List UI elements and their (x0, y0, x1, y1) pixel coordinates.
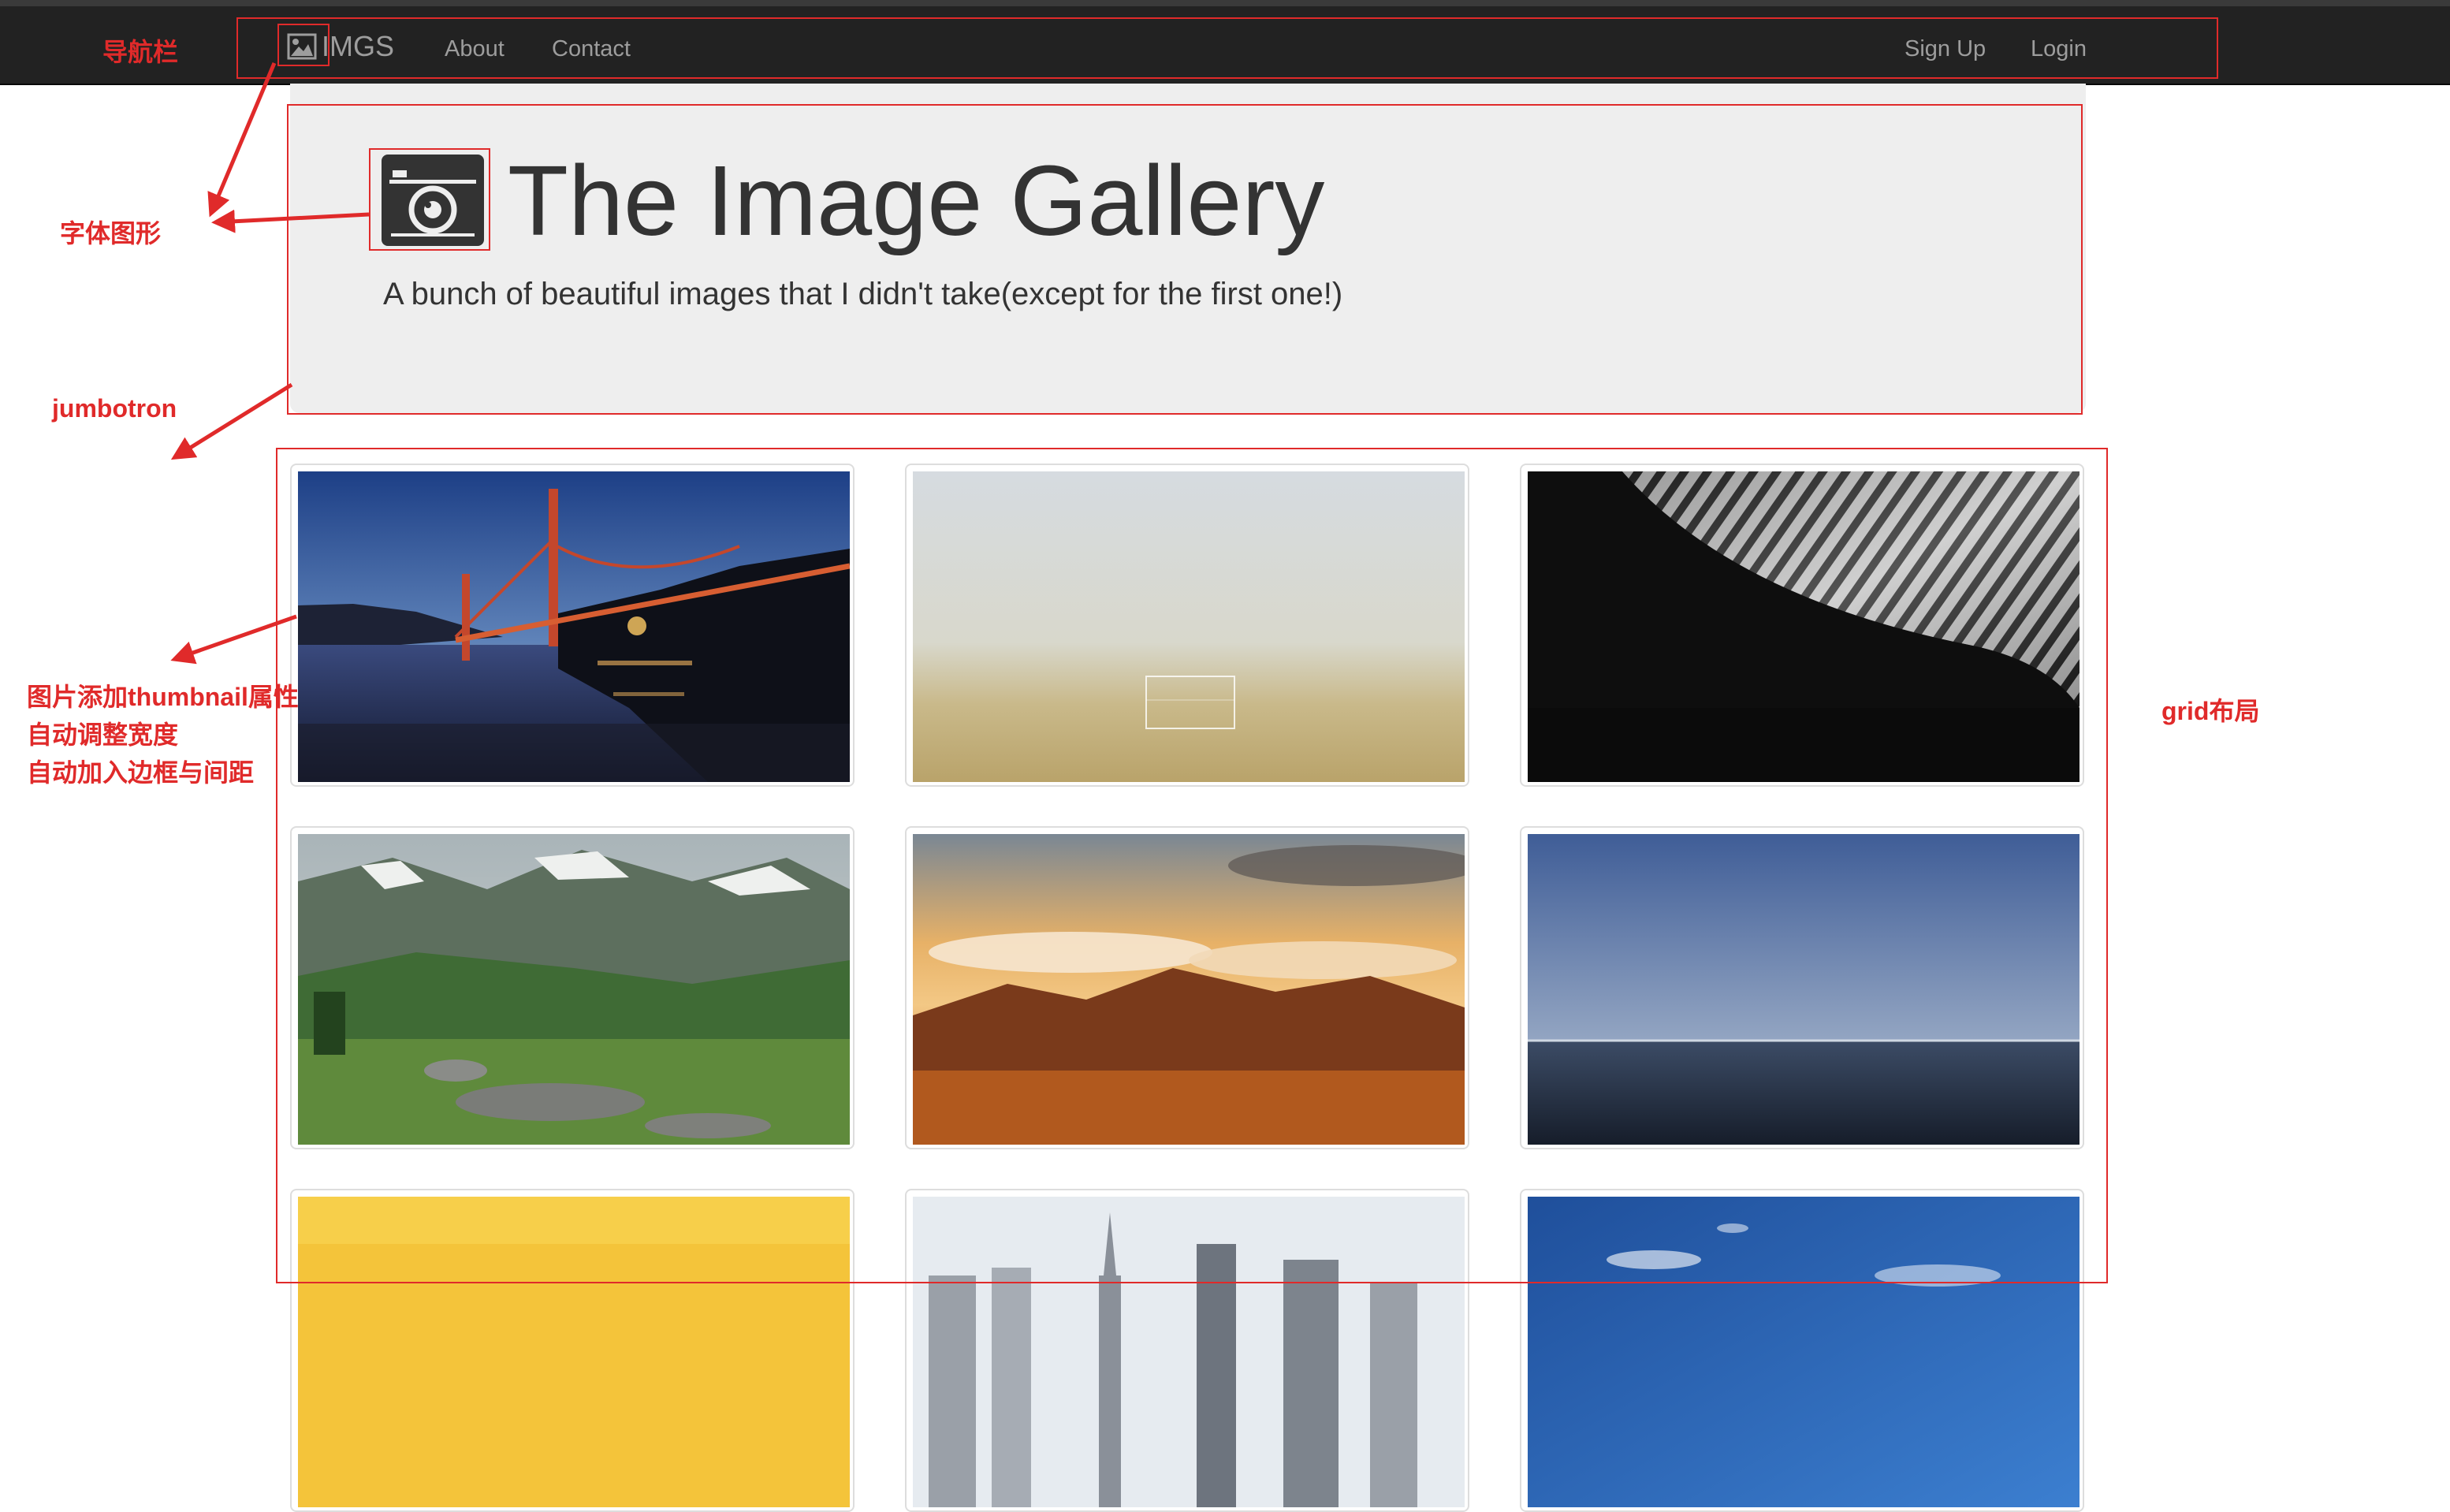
annotation-box-brand-icon (277, 24, 330, 66)
window-top-edge (0, 0, 2450, 6)
annotation-grid: grid布局 (2161, 697, 2260, 725)
annotation-navbar: 导航栏 (102, 38, 179, 66)
annotation-thumbnail-line1: 图片添加thumbnail属性 (27, 683, 299, 711)
arrow-to-jumbotron (170, 382, 293, 460)
arrow-to-brand-icon (207, 62, 277, 218)
annotation-thumbnail-line3: 自动加入边框与间距 (27, 758, 255, 787)
annotation-box-jumbotron (287, 104, 2083, 415)
annotation-thumbnail-line2: 自动调整宽度 (27, 721, 179, 749)
annotation-box-grid (276, 448, 2108, 1283)
annotation-icon-font: 字体图形 (60, 219, 162, 248)
annotation-box-navbar (236, 17, 2218, 79)
annotation-jumbotron: jumbotron (52, 394, 177, 423)
